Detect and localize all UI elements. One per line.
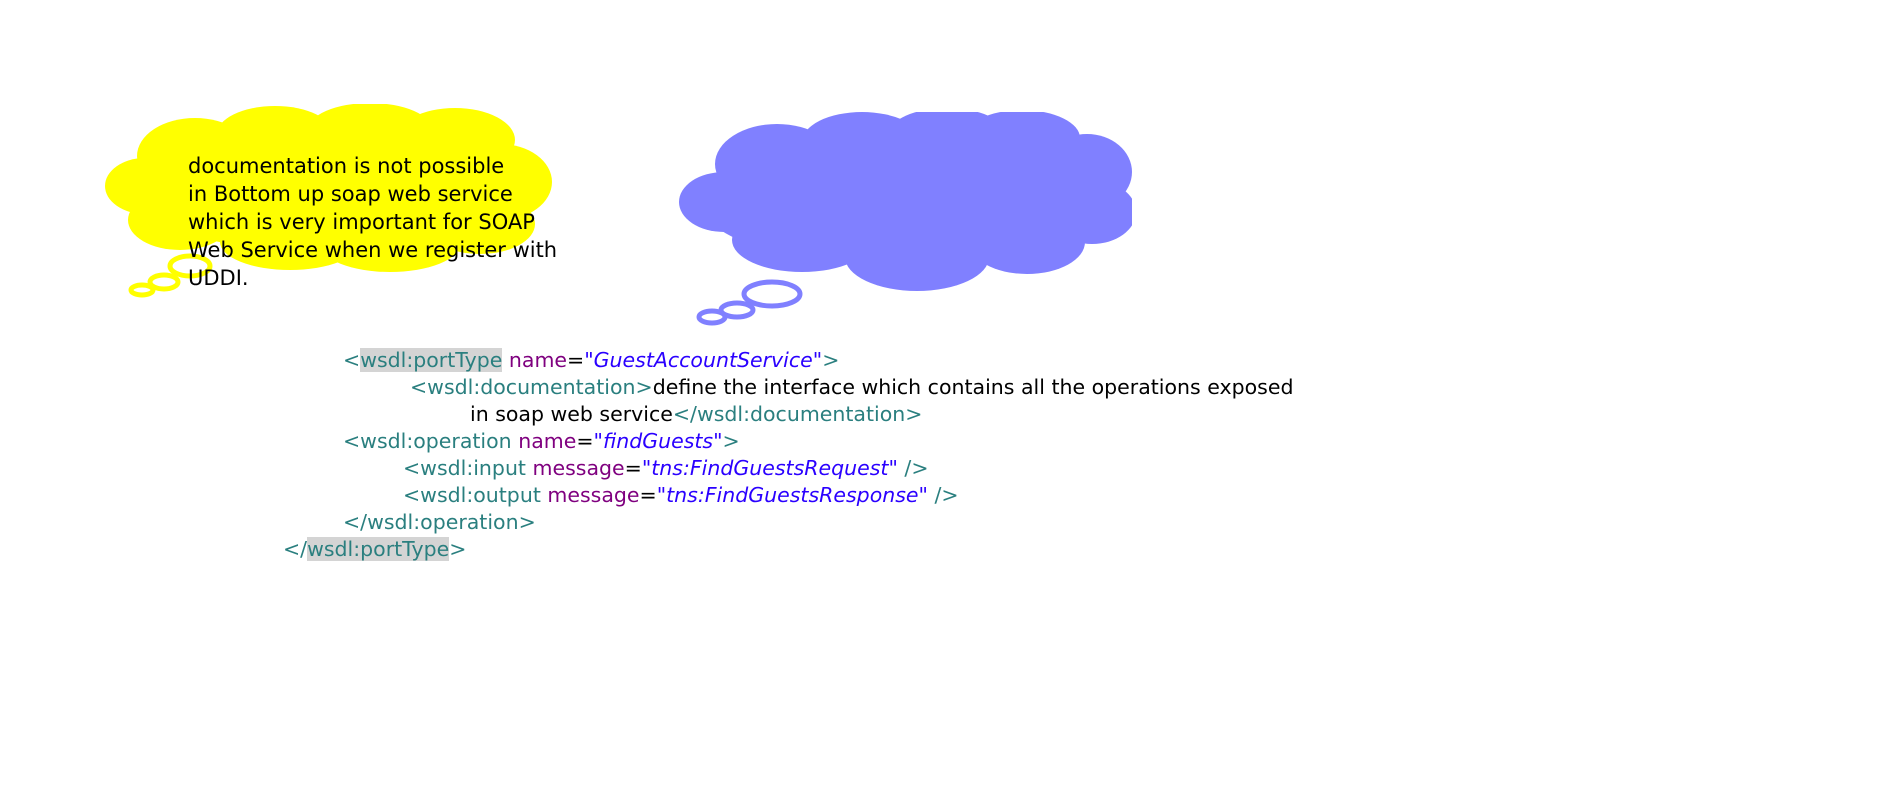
code-token-equals: = bbox=[624, 456, 642, 480]
code-token-equals: = bbox=[576, 429, 594, 453]
code-line-porttype-close: </wsdl:portType> bbox=[283, 536, 466, 563]
code-token-bracket: < bbox=[343, 348, 361, 372]
code-token-value: "GuestAccountService" bbox=[584, 348, 823, 372]
callout-line: documentation is not possible bbox=[188, 154, 505, 178]
code-token-bracket: /> bbox=[897, 456, 929, 480]
callout-line: UDDI. bbox=[188, 266, 249, 290]
code-token-tag: <wsdl:input bbox=[403, 456, 526, 480]
code-token-value: "tns:FindGuestsResponse" bbox=[656, 483, 928, 507]
code-token-bracket: </ bbox=[283, 537, 308, 561]
code-line-output: <wsdl:output message="tns:FindGuestsResp… bbox=[403, 482, 959, 509]
code-line-porttype-open: <wsdl:portType name="GuestAccountService… bbox=[343, 347, 839, 374]
code-token-bracket: > bbox=[449, 537, 467, 561]
code-token-equals: = bbox=[639, 483, 657, 507]
callout-line: which is very important for SOAP bbox=[188, 210, 535, 234]
code-token-tag: <wsdl:operation bbox=[343, 429, 512, 453]
blue-thought-bubble bbox=[679, 112, 1132, 326]
code-token-attribute: message bbox=[532, 456, 625, 480]
code-token-attribute: name bbox=[508, 348, 568, 372]
code-line-documentation-cont: in soap web service</wsdl:documentation> bbox=[470, 401, 922, 428]
code-token-tag: wsdl:portType bbox=[360, 348, 503, 372]
code-token-attribute: name bbox=[518, 429, 577, 453]
code-token-text: in soap web service bbox=[470, 402, 673, 426]
code-line-documentation: <wsdl:documentation>define the interface… bbox=[410, 374, 1293, 401]
code-line-operation-close: </wsdl:operation> bbox=[343, 509, 536, 536]
code-token-bracket: > bbox=[822, 348, 840, 372]
code-token-value: "tns:FindGuestsRequest" bbox=[641, 456, 898, 480]
callout-line: in Bottom up soap web service bbox=[188, 182, 513, 206]
code-token-tag: </wsdl:documentation> bbox=[672, 402, 923, 426]
code-token-text: define the interface which contains all … bbox=[652, 375, 1294, 399]
code-token-value: "findGuests" bbox=[593, 429, 723, 453]
callout-line: Web Service when we register with bbox=[188, 238, 558, 262]
code-token-equals: = bbox=[567, 348, 585, 372]
code-token-tag: </wsdl:operation> bbox=[343, 510, 536, 534]
code-token-bracket: /> bbox=[927, 483, 959, 507]
code-token-tag: <wsdl:documentation> bbox=[410, 375, 653, 399]
code-line-operation-open: <wsdl:operation name="findGuests"> bbox=[343, 428, 740, 455]
code-token-tag: wsdl:portType bbox=[307, 537, 450, 561]
callout-text: documentation is not possible in Bottom … bbox=[188, 152, 588, 292]
code-token-bracket: > bbox=[722, 429, 740, 453]
code-token-tag: <wsdl:output bbox=[403, 483, 541, 507]
code-line-input: <wsdl:input message="tns:FindGuestsReque… bbox=[403, 455, 929, 482]
code-token-attribute: message bbox=[547, 483, 640, 507]
